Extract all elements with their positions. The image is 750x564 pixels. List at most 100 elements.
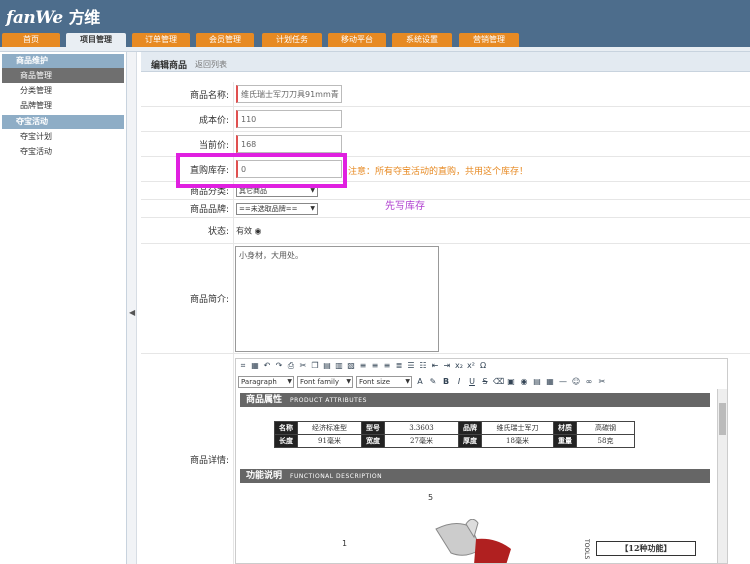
- nav-tasks[interactable]: 计划任务: [262, 33, 322, 47]
- paste-icon[interactable]: ▤: [322, 361, 332, 371]
- link-icon[interactable]: ∞: [584, 377, 594, 387]
- sidebar-item-goods-manage[interactable]: 商品管理: [2, 68, 124, 83]
- sidebar-item-duobao-plan[interactable]: 夺宝计划: [2, 129, 124, 144]
- table-row: 长度 91毫米 宽度 27毫米 厚度 18毫米 重量 58克: [274, 434, 635, 448]
- nav-home[interactable]: 首页: [2, 33, 60, 47]
- chevron-down-icon: ▼: [287, 377, 292, 385]
- italic-icon[interactable]: I: [454, 377, 464, 387]
- media-icon[interactable]: ◉: [519, 377, 529, 387]
- image-icon[interactable]: ▣: [506, 377, 516, 387]
- function-count-box: 【12种功能】: [596, 541, 696, 556]
- cut-icon[interactable]: ✂: [298, 361, 308, 371]
- undo-icon[interactable]: ↶: [262, 361, 272, 371]
- align-left-icon[interactable]: ≡: [358, 361, 368, 371]
- status-text: 有效: [236, 226, 252, 235]
- paste-word-icon[interactable]: ▧: [346, 361, 356, 371]
- name-input[interactable]: [236, 85, 342, 103]
- sidebar-item-brand[interactable]: 品牌管理: [2, 98, 124, 113]
- nav-orders[interactable]: 订单管理: [132, 33, 190, 47]
- number-list-icon[interactable]: ☷: [418, 361, 428, 371]
- brand-label: 商品品牌:: [141, 200, 234, 217]
- sidebar-item-category[interactable]: 分类管理: [2, 83, 124, 98]
- editor-content[interactable]: 商品属性 PRODUCT ATTRIBUTES 名称 经济标准型 型号 3.3603 …: [236, 389, 716, 563]
- status-radio[interactable]: ◉: [255, 226, 262, 235]
- text-color-icon[interactable]: A: [415, 377, 425, 387]
- chevron-down-icon: ▼: [405, 377, 410, 385]
- paste-text-icon[interactable]: ▥: [334, 361, 344, 371]
- html-icon[interactable]: ⌗: [238, 361, 248, 371]
- name-label: 商品名称:: [141, 82, 234, 106]
- callout-number: 1: [342, 539, 348, 548]
- redo-icon[interactable]: ↷: [274, 361, 284, 371]
- sidebar-item-duobao-activity[interactable]: 夺宝活动: [2, 144, 124, 159]
- editor-toolbar-2: Paragraph ▼ Font family ▼ Font size ▼ A ✎ B…: [238, 375, 607, 388]
- print-icon[interactable]: ⎙: [286, 361, 296, 371]
- hr-icon[interactable]: —: [558, 377, 568, 387]
- page-header: 编辑商品 返回列表: [141, 52, 750, 72]
- grid-icon[interactable]: ▦: [545, 377, 555, 387]
- font-size-select[interactable]: Font size ▼: [356, 375, 412, 388]
- stock-note: 注意：所有夺宝活动的直购，共用这个库存！: [348, 167, 529, 177]
- back-link[interactable]: 返回列表: [195, 59, 227, 70]
- table-row: 名称 经济标准型 型号 3.3603 品牌 维氏瑞士军刀 材质 高碳钢: [274, 421, 635, 435]
- strike-icon[interactable]: S: [480, 377, 490, 387]
- top-bar: fanWe 方维 首页 项目管理 订单管理 会员管理 计划任务 移动平台 系统设置…: [0, 0, 750, 47]
- highlight-icon[interactable]: ✎: [428, 377, 438, 387]
- paragraph-select[interactable]: Paragraph ▼: [238, 375, 294, 388]
- align-justify-icon[interactable]: ≣: [394, 361, 404, 371]
- char-map-icon[interactable]: Ω: [478, 361, 488, 371]
- row-cost: 成本价:: [141, 107, 750, 132]
- cost-input[interactable]: [236, 110, 342, 128]
- table-icon[interactable]: ▦: [250, 361, 260, 371]
- nav-members[interactable]: 会员管理: [196, 33, 254, 47]
- indent-icon[interactable]: ⇥: [442, 361, 452, 371]
- unlink-icon[interactable]: ✂: [597, 377, 607, 387]
- nav-mobile[interactable]: 移动平台: [328, 33, 386, 47]
- superscript-icon[interactable]: x²: [466, 361, 476, 371]
- row-status: 状态: 有效 ◉: [141, 218, 750, 244]
- row-intro: 商品简介:: [141, 244, 750, 354]
- detail-label: 商品详情:: [141, 354, 234, 564]
- nav-marketing[interactable]: 营销管理: [459, 33, 519, 47]
- cost-label: 成本价:: [141, 107, 234, 131]
- intro-textarea[interactable]: 小身材，大用处。: [235, 246, 439, 352]
- document-icon[interactable]: ▤: [532, 377, 542, 387]
- chevron-down-icon: ▼: [346, 377, 351, 385]
- page-title: 编辑商品: [151, 61, 188, 71]
- annotation-box: [176, 153, 347, 188]
- bullet-list-icon[interactable]: ☰: [406, 361, 416, 371]
- font-family-select[interactable]: Font family ▼: [297, 375, 353, 388]
- status-label: 状态:: [141, 218, 234, 243]
- align-center-icon[interactable]: ≡: [370, 361, 380, 371]
- nav-settings[interactable]: 系统设置: [392, 33, 452, 47]
- section-attributes-header: 商品属性 PRODUCT ATTRIBUTES: [240, 393, 710, 407]
- collapse-arrow-icon[interactable]: ◀: [129, 308, 135, 317]
- app-logo: fanWe 方维: [6, 8, 100, 28]
- rich-text-editor[interactable]: ⌗ ▦ ↶ ↷ ⎙ ✂ ❐ ▤ ▥ ▧ ≡ ≡ ≡ ≣ ☰ ☷ ⇤ ⇥ x₂ x…: [235, 358, 728, 564]
- chevron-down-icon: ▼: [310, 204, 315, 212]
- sidebar: 商品维护 商品管理 分类管理 品牌管理 夺宝活动 夺宝计划 夺宝活动: [0, 52, 127, 564]
- intro-label: 商品简介:: [141, 244, 234, 353]
- price-input[interactable]: [236, 135, 342, 153]
- section-function-header: 功能说明 FUNCTIONAL DESCRIPTION: [240, 469, 710, 483]
- annotation-hint: 先写库存: [385, 201, 425, 212]
- bold-icon[interactable]: B: [441, 377, 451, 387]
- copy-icon[interactable]: ❐: [310, 361, 320, 371]
- row-brand: 商品品牌: ==未选取品牌== ▼: [141, 200, 750, 218]
- outdent-icon[interactable]: ⇤: [430, 361, 440, 371]
- editor-scrollbar[interactable]: [717, 389, 727, 563]
- knife-image: [435, 519, 511, 563]
- main-nav: 首页 项目管理 订单管理 会员管理 计划任务 移动平台 系统设置 营销管理: [0, 33, 750, 47]
- emoticon-icon[interactable]: ☺: [571, 377, 581, 387]
- editor-toolbar-1: ⌗ ▦ ↶ ↷ ⎙ ✂ ❐ ▤ ▥ ▧ ≡ ≡ ≡ ≣ ☰ ☷ ⇤ ⇥ x₂ x…: [238, 361, 488, 373]
- underline-icon[interactable]: U: [467, 377, 477, 387]
- align-right-icon[interactable]: ≡: [382, 361, 392, 371]
- subscript-icon[interactable]: x₂: [454, 361, 464, 371]
- sidebar-group-goods: 商品维护: [2, 54, 124, 68]
- tools-label: TOOLS: [583, 539, 590, 560]
- nav-project[interactable]: 项目管理: [66, 33, 126, 47]
- eraser-icon[interactable]: ⌫: [493, 377, 504, 387]
- attributes-table: 名称 经济标准型 型号 3.3603 品牌 维氏瑞士军刀 材质 高碳钢 长度 91毫米 宽…: [274, 421, 635, 448]
- brand-select[interactable]: ==未选取品牌== ▼: [236, 202, 318, 215]
- sidebar-group-duobao: 夺宝活动: [2, 115, 124, 129]
